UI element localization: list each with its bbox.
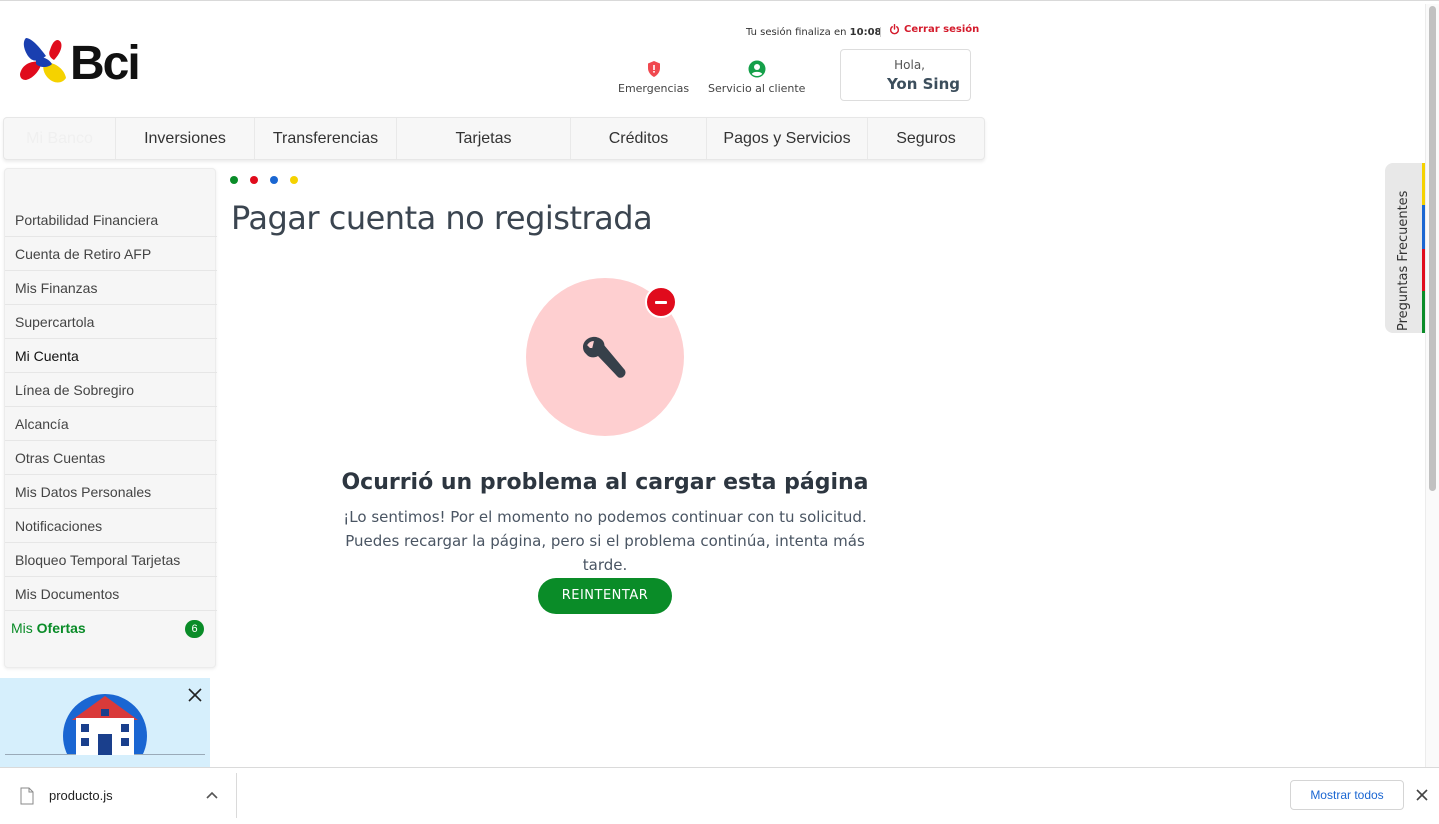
shield-alert-icon — [647, 61, 660, 77]
yellow-dot — [290, 176, 298, 184]
servicio-label: Servicio al cliente — [708, 82, 806, 95]
offers-label: Ofertas — [36, 620, 86, 636]
blue-dot — [270, 176, 278, 184]
user-greeting: Hola, — [894, 58, 925, 72]
logout-label: Cerrar sesión — [904, 24, 980, 35]
main-nav: Mi Banco Inversiones Transferencias Tarj… — [3, 117, 985, 160]
user-menu[interactable]: Hola, Yon Sing — [840, 49, 971, 101]
download-divider — [236, 773, 237, 818]
session-prefix: Tu sesión finaliza en — [746, 27, 847, 38]
retry-button[interactable]: REINTENTAR — [538, 578, 672, 614]
sidebar-item-alcancia[interactable]: Alcancía — [5, 407, 217, 441]
bci-logo-text: Bci — [70, 37, 141, 90]
sidebar-item-mis-finanzas[interactable]: Mis Finanzas — [5, 271, 217, 305]
wrench-icon — [583, 336, 626, 378]
nav-item-inversiones[interactable]: Inversiones — [116, 118, 255, 159]
sidebar-list: Portabilidad Financiera Cuenta de Retiro… — [5, 203, 217, 645]
sidebar-item-linea-sobregiro[interactable]: Línea de Sobregiro — [5, 373, 217, 407]
error-badge-icon — [645, 286, 677, 318]
error-message: ¡Lo sentimos! Por el momento no podemos … — [343, 508, 867, 574]
servicio-cliente-link[interactable]: Servicio al cliente — [708, 60, 805, 95]
nav-item-creditos[interactable]: Créditos — [571, 118, 707, 159]
promo-close-icon[interactable] — [187, 687, 203, 703]
nav-item-pagos-servicios[interactable]: Pagos y Servicios — [707, 118, 868, 159]
page-title: Pagar cuenta no registrada — [231, 199, 653, 237]
nav-item-tarjetas[interactable]: Tarjetas — [397, 118, 571, 159]
sidebar-item-mis-documentos[interactable]: Mis Documentos — [5, 577, 217, 611]
nav-item-transferencias[interactable]: Transferencias — [255, 118, 397, 159]
sidebar-item-mis-ofertas[interactable]: Mis Ofertas 6 — [5, 611, 217, 645]
session-divider — [880, 27, 881, 37]
sidebar-item-bloqueo-tarjetas[interactable]: Bloqueo Temporal Tarjetas — [5, 543, 217, 577]
offers-prefix: Mis — [11, 620, 33, 636]
emergencias-label: Emergencias — [618, 82, 690, 95]
sidebar-item-mi-cuenta[interactable]: Mi Cuenta — [5, 339, 217, 373]
red-dot — [250, 176, 258, 184]
sidebar-item-otras-cuentas[interactable]: Otras Cuentas — [5, 441, 217, 475]
power-icon — [889, 24, 900, 35]
sidebar-item-portabilidad[interactable]: Portabilidad Financiera — [5, 203, 217, 237]
page-scrollbar-thumb[interactable] — [1429, 6, 1436, 491]
brand-dots — [230, 176, 298, 184]
emergencias-link[interactable]: Emergencias — [618, 60, 689, 95]
faq-label: Preguntas Frecuentes — [1396, 190, 1411, 331]
download-file-name[interactable]: producto.js — [49, 788, 113, 803]
user-circle-icon — [748, 60, 766, 78]
session-time: 10:08 — [849, 27, 882, 38]
sidebar: Portabilidad Financiera Cuenta de Retiro… — [4, 168, 217, 668]
logout-link[interactable]: Cerrar sesión — [889, 24, 979, 35]
sidebar-item-mis-datos[interactable]: Mis Datos Personales — [5, 475, 217, 509]
user-name: Yon Sing — [886, 75, 960, 93]
close-icon[interactable] — [1415, 788, 1429, 802]
file-icon — [20, 787, 34, 805]
nav-item-seguros[interactable]: Seguros — [868, 118, 984, 159]
sidebar-item-supercartola[interactable]: Supercartola — [5, 305, 217, 339]
green-dot — [230, 176, 238, 184]
sidebar-item-notificaciones[interactable]: Notificaciones — [5, 509, 217, 543]
show-all-downloads-button[interactable]: Mostrar todos — [1290, 780, 1404, 810]
faq-tab[interactable]: Preguntas Frecuentes — [1385, 163, 1425, 333]
offers-count-badge: 6 — [185, 620, 204, 638]
error-title: Ocurrió un problema al cargar esta págin… — [341, 470, 869, 495]
promo-banner[interactable] — [0, 678, 210, 768]
sidebar-item-cuenta-retiro-afp[interactable]: Cuenta de Retiro AFP — [5, 237, 217, 271]
chevron-up-icon[interactable] — [206, 790, 218, 800]
nav-item-mi-banco[interactable]: Mi Banco — [4, 118, 116, 159]
window-top-border — [0, 0, 1439, 3]
session-timer: Tu sesión finaliza en 10:08 — [746, 27, 882, 38]
house-illustration-icon — [0, 694, 210, 768]
